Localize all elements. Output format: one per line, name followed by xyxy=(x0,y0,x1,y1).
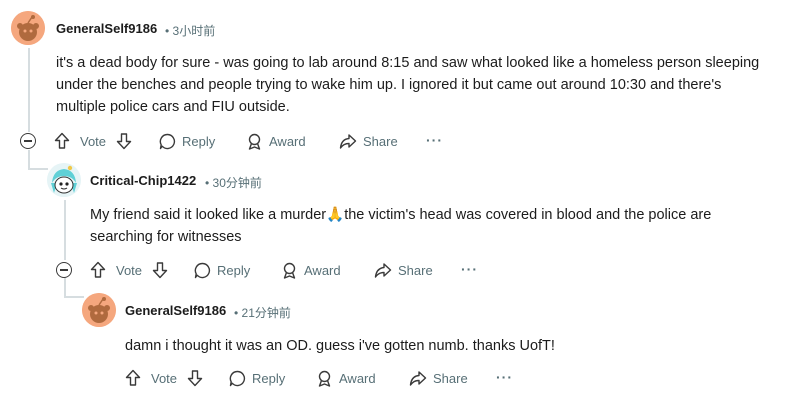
vote-control: Vote xyxy=(54,129,132,153)
comment-body-line: damn i thought it was an OD. guess i've … xyxy=(125,338,555,354)
share-label: Share xyxy=(433,370,468,386)
award-button[interactable]: Award xyxy=(316,366,376,390)
comment-body: My friend said it looked like a murder🙏t… xyxy=(90,204,800,248)
comment-timestamp: • 3小时前 xyxy=(165,22,215,39)
award-label: Award xyxy=(339,370,376,386)
comment-author[interactable]: GeneralSelf9186 xyxy=(125,303,226,318)
collapse-minus-icon[interactable] xyxy=(56,262,72,278)
share-arrow-icon xyxy=(374,262,392,278)
share-button[interactable]: Share xyxy=(409,366,468,390)
snoo-avatar-icon xyxy=(11,11,45,45)
avatar[interactable] xyxy=(82,293,116,327)
thread-line xyxy=(28,48,30,132)
downvote-arrow-icon[interactable] xyxy=(116,132,132,150)
share-button[interactable]: Share xyxy=(374,258,433,282)
collapse-minus-icon[interactable] xyxy=(20,133,36,149)
share-arrow-icon xyxy=(409,370,427,386)
comment-bubble-icon xyxy=(229,370,246,386)
vote-label: Vote xyxy=(80,133,107,149)
snoo-avatar-icon xyxy=(82,293,116,327)
thread-branch xyxy=(28,168,48,170)
more-dots-icon[interactable]: ··· xyxy=(461,261,478,277)
thread-line xyxy=(64,278,66,296)
pray-emoji-icon: 🙏 xyxy=(326,207,345,223)
reply-button[interactable]: Reply xyxy=(159,129,215,153)
comment-timestamp: • 21分钟前 xyxy=(234,304,291,321)
comment-timestamp: • 30分钟前 xyxy=(205,174,262,191)
thread-line xyxy=(28,150,30,168)
award-icon xyxy=(248,133,261,150)
reply-button[interactable]: Reply xyxy=(229,366,285,390)
upvote-arrow-icon[interactable] xyxy=(90,261,106,279)
thread-branch xyxy=(64,296,84,298)
comment-body-line: My friend said it looked like a murder🙏t… xyxy=(90,204,800,226)
reply-button[interactable]: Reply xyxy=(194,258,250,282)
comment-body-line: searching for witnesses xyxy=(90,229,242,245)
downvote-arrow-icon[interactable] xyxy=(152,261,168,279)
vote-label: Vote xyxy=(151,370,178,386)
comment-body: it's a dead body for sure - was going to… xyxy=(56,52,806,118)
upvote-arrow-icon[interactable] xyxy=(54,132,70,150)
meta-separator: • xyxy=(234,306,239,320)
avatar[interactable] xyxy=(47,163,81,197)
award-label: Award xyxy=(304,262,341,278)
thread-line xyxy=(64,200,66,260)
comment-body-line: under the benches and people trying to w… xyxy=(56,77,722,93)
comment-author[interactable]: Critical-Chip1422 xyxy=(90,173,196,188)
share-label: Share xyxy=(363,133,398,149)
award-icon xyxy=(318,370,331,387)
comment-text: My friend said it looked like a murder xyxy=(90,207,327,223)
comment-body: damn i thought it was an OD. guess i've … xyxy=(125,335,805,357)
award-label: Award xyxy=(269,133,306,149)
share-arrow-icon xyxy=(339,133,357,149)
reply-label: Reply xyxy=(217,262,251,278)
upvote-arrow-icon[interactable] xyxy=(125,369,141,387)
comment-body-line: multiple police cars and FIU outside. xyxy=(56,99,290,115)
avatar[interactable] xyxy=(11,11,45,45)
comment-time: 30分钟前 xyxy=(212,176,262,190)
comment-time: 3小时前 xyxy=(172,24,216,38)
downvote-arrow-icon[interactable] xyxy=(187,369,203,387)
vote-label: Vote xyxy=(116,262,143,278)
meta-separator: • xyxy=(165,24,170,38)
award-button[interactable]: Award xyxy=(281,258,341,282)
comment-bubble-icon xyxy=(194,262,211,278)
vote-control: Vote xyxy=(90,258,168,282)
comment-author[interactable]: GeneralSelf9186 xyxy=(56,21,157,36)
comment-body-line: it's a dead body for sure - was going to… xyxy=(56,55,760,71)
reply-label: Reply xyxy=(252,370,286,386)
snoo-avatar-icon xyxy=(47,163,81,197)
share-button[interactable]: Share xyxy=(339,129,398,153)
comment-time: 21分钟前 xyxy=(241,306,291,320)
reply-label: Reply xyxy=(182,133,216,149)
more-dots-icon[interactable]: ··· xyxy=(496,369,513,385)
comment-bubble-icon xyxy=(159,133,176,149)
vote-control: Vote xyxy=(125,366,203,390)
more-dots-icon[interactable]: ··· xyxy=(426,132,443,148)
award-icon xyxy=(283,262,296,279)
share-label: Share xyxy=(398,262,433,278)
award-button[interactable]: Award xyxy=(246,129,306,153)
meta-separator: • xyxy=(205,176,210,190)
comment-text: the victim's head was covered in blood a… xyxy=(344,207,712,223)
